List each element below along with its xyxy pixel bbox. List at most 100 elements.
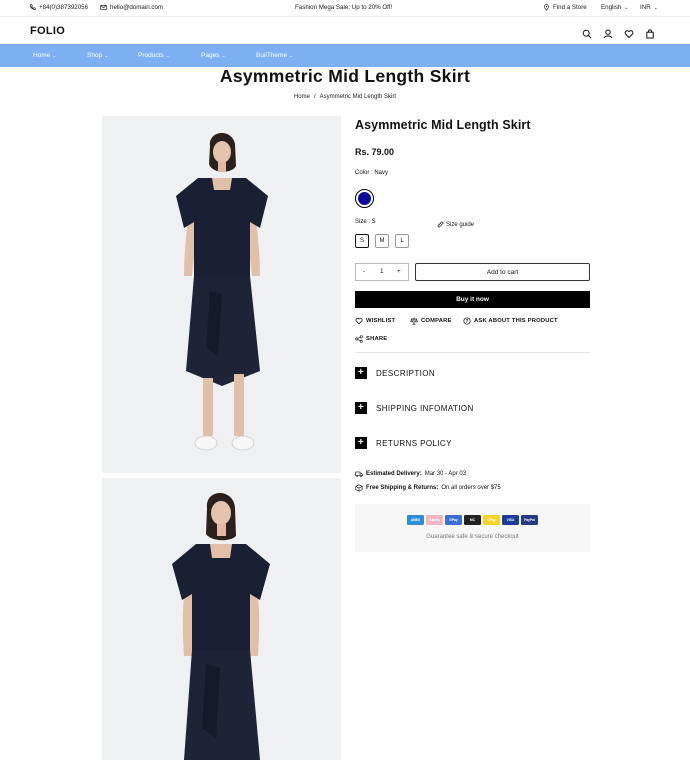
ask-label: ASK ABOUT THIS PRODUCT — [474, 318, 558, 324]
payment-card-klarna-icon: Klarna — [426, 515, 443, 525]
find-store-link[interactable]: Find a Store — [543, 4, 587, 11]
ask-product-button[interactable]: ? ASK ABOUT THIS PRODUCT — [463, 317, 558, 325]
free-shipping-note: Free Shipping & Returns: On all orders o… — [355, 484, 501, 492]
payment-cards: AMEX Klarna GPay MC GPay VISA PayPal — [355, 515, 590, 525]
nav-label: Home — [33, 52, 51, 59]
size-option-s[interactable]: S — [355, 234, 369, 248]
phone-icon — [30, 4, 36, 10]
nav-label: BuilTheme — [256, 52, 288, 59]
language-selector[interactable]: English ⌄ — [601, 4, 629, 11]
delivery-label: Estimated Delivery: — [366, 471, 422, 477]
top-bar: +84(0)387392056 hello@domain.com Fashion… — [0, 0, 690, 16]
delivery-value: Mar 30 - Apr 03 — [424, 471, 467, 477]
nav-item-products[interactable]: Products ⌄ — [138, 52, 170, 59]
currency-label: INR — [640, 4, 651, 11]
plus-icon: + — [355, 437, 367, 449]
product-image-main[interactable] — [102, 116, 341, 473]
accordion-description[interactable]: + DESCRIPTION — [355, 367, 435, 379]
buy-now-button[interactable]: Buy it now — [355, 291, 590, 308]
language-label: English — [601, 4, 622, 11]
nav-label: Pages — [201, 52, 220, 59]
cart-bag-icon[interactable] — [645, 26, 655, 39]
product-image-secondary[interactable] — [102, 478, 341, 760]
site-logo[interactable]: FOLIO — [30, 25, 65, 37]
nav-item-pages[interactable]: Pages ⌄ — [201, 52, 226, 59]
breadcrumb-home[interactable]: Home — [294, 94, 310, 100]
nav-item-home[interactable]: Home ⌄ — [33, 52, 57, 59]
chevron-down-icon: ⌄ — [104, 52, 109, 59]
find-store-label: Find a Store — [553, 4, 587, 11]
qty-value[interactable]: 1 — [380, 268, 384, 275]
size-option-l[interactable]: L — [395, 234, 409, 248]
page-title: Asymmetric Mid Length Skirt — [219, 66, 471, 86]
wishlist-label: WISHLIST — [366, 318, 396, 324]
product-title: Asymmetric Mid Length Skirt — [355, 118, 531, 132]
location-pin-icon — [544, 4, 549, 11]
ruler-icon — [437, 221, 444, 228]
payment-card-mc-icon: MC — [464, 515, 481, 525]
size-guide-label: Size guide — [446, 221, 475, 228]
size-guide-link[interactable]: Size guide — [437, 221, 474, 228]
quantity-stepper: - 1 + — [355, 263, 409, 281]
nav-item-shop[interactable]: Shop ⌄ — [87, 52, 108, 59]
color-label: Color : Navy — [355, 170, 389, 176]
qty-increase-button[interactable]: + — [397, 268, 401, 275]
product-price: Rs. 79.00 — [355, 147, 395, 157]
currency-selector[interactable]: INR ⌄ — [640, 4, 658, 11]
payment-card-visa-icon: VISA — [502, 515, 519, 525]
chevron-down-icon: ⌄ — [653, 4, 658, 11]
box-icon — [355, 484, 363, 492]
mail-icon — [100, 5, 107, 10]
share-button[interactable]: SHARE — [355, 335, 387, 343]
plus-icon: + — [355, 367, 367, 379]
wishlist-button[interactable]: WISHLIST — [355, 317, 395, 325]
main-header: FOLIO — [0, 16, 690, 44]
wishlist-heart-icon[interactable] — [624, 26, 634, 39]
breadcrumb: Home / Asymmetric Mid Length Skirt — [0, 94, 690, 100]
shipping-label: Free Shipping & Returns: — [366, 485, 439, 491]
payment-card-gpay-icon: GPay — [445, 515, 462, 525]
breadcrumb-current: Asymmetric Mid Length Skirt — [319, 94, 397, 100]
color-swatch-navy[interactable] — [355, 189, 374, 208]
accordion-shipping[interactable]: + SHIPPING INFOMATION — [355, 402, 474, 414]
scale-compare-icon — [410, 317, 418, 325]
accordion-label: SHIPPING INFOMATION — [376, 403, 474, 413]
accordion-label: DESCRIPTION — [376, 368, 436, 378]
chevron-down-icon: ⌄ — [221, 52, 226, 59]
add-to-cart-button[interactable]: Add to cart — [415, 263, 590, 281]
size-option-m[interactable]: M — [375, 234, 389, 248]
section-divider — [355, 352, 590, 353]
secure-checkout-box: AMEX Klarna GPay MC GPay VISA PayPal Guarantee… — [355, 504, 590, 552]
nav-label: Products — [138, 52, 164, 59]
accordion-returns[interactable]: + RETURNS POLICY — [355, 437, 452, 449]
share-label: SHARE — [366, 336, 388, 342]
share-icon — [355, 335, 363, 343]
chevron-down-icon: ⌄ — [624, 4, 629, 11]
promo-text: Fashion Mega Sale: Up to 20% Off! — [295, 4, 392, 11]
phone-link[interactable]: +84(0)387392056 — [29, 4, 88, 11]
nav-label: Shop — [87, 52, 103, 59]
qty-decrease-button[interactable]: - — [363, 268, 365, 275]
model-figure-illustration — [102, 116, 341, 473]
payment-card-paypal-icon: PayPal — [521, 515, 538, 525]
payment-card-gpay-icon: GPay — [483, 515, 500, 525]
email-link[interactable]: hello@domain.com — [100, 4, 163, 11]
truck-icon — [355, 471, 363, 477]
svg-text:?: ? — [466, 319, 469, 325]
payment-card-amex-icon: AMEX — [407, 515, 424, 525]
compare-button[interactable]: COMPARE — [410, 317, 452, 325]
account-icon[interactable] — [603, 26, 613, 39]
chevron-down-icon: ⌄ — [52, 52, 57, 59]
nav-item-builtheme[interactable]: BuilTheme ⌄ — [256, 52, 293, 59]
search-icon[interactable] — [582, 26, 592, 39]
email-address: hello@domain.com — [110, 4, 164, 11]
main-nav: Home ⌄ Shop ⌄ Products ⌄ Pages ⌄ BuilTheme ⌄ — [0, 44, 690, 67]
chevron-down-icon: ⌄ — [165, 52, 170, 59]
shipping-value: On all orders over $75 — [441, 485, 501, 491]
size-label: Size : S — [355, 219, 376, 225]
estimated-delivery: Estimated Delivery: Mar 30 - Apr 03 — [355, 470, 466, 478]
chevron-down-icon: ⌄ — [289, 52, 294, 59]
breadcrumb-separator: / — [313, 94, 316, 100]
secure-checkout-text: Guarantee safe & secure checkout — [426, 534, 519, 540]
plus-icon: + — [355, 402, 367, 414]
